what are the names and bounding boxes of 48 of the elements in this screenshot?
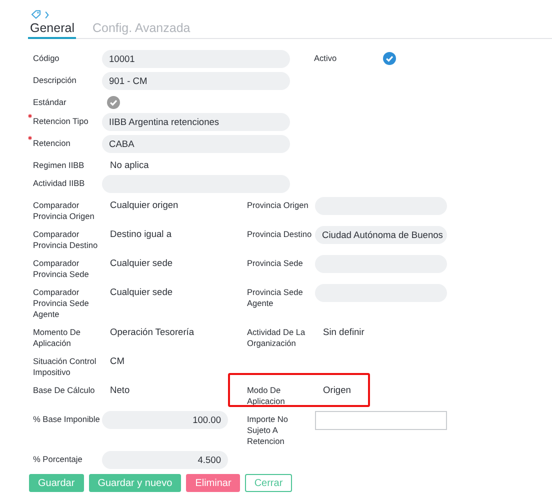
input-field[interactable]: 4.500 [102,451,228,469]
field-value: Destino igual a [109,228,173,240]
tab[interactable]: General [28,21,76,39]
input-field[interactable]: 901 - CM [102,72,290,90]
field-label: Provincia Origen [246,199,310,211]
field-label: Retencion Tipo [28,113,102,127]
field-label: Importe No Sujeto A Retencion [246,413,290,447]
field-value: Sin definir [322,326,366,338]
field-label: Regimen IIBB [32,159,86,171]
field-label: Base De Cálculo [32,384,96,396]
field-label: Código [32,52,60,64]
tag-icon[interactable] [31,10,41,19]
field-value: Cualquier sede [109,257,174,269]
field-label: Descripción [32,74,78,86]
input-field[interactable]: 10001 [102,50,290,68]
required-icon [28,136,32,140]
field-value: No aplica [109,159,150,171]
field-label: Comparador Provincia Sede [32,257,90,280]
field-value: Cualquier sede [109,286,174,298]
field-label: Provincia Sede Agente [246,286,304,309]
field-label: Actividad De La Organización [246,326,306,349]
chevron-icon[interactable] [45,10,49,18]
input-field[interactable]: Ciudad Autónoma de Buenos [315,226,447,244]
field-label: Situación Control Impositivo [32,355,98,378]
field-label: % Base Imponible [32,413,101,425]
input-field[interactable] [315,411,447,430]
field-label: Comparador Provincia Destino [32,228,99,251]
field-value: Operación Tesorería [109,326,196,338]
field-label: Estándar [32,96,68,108]
field-label: Provincia Destino [246,228,313,240]
input-field[interactable]: IIBB Argentina retenciones [102,113,290,131]
field-label: Comparador Provincia Sede Agente [32,286,90,320]
input-field[interactable]: CABA [102,135,290,153]
field-label: Modo De Aplicacion [242,382,315,407]
field-label: Activo [313,52,338,64]
input-field[interactable]: 100.00 [102,411,228,429]
field-label: Retencion [28,135,102,149]
field-value: Origen [322,384,352,396]
field-label: Momento De Aplicación [32,326,82,349]
field-label: % Porcentaje [32,453,84,465]
required-icon [28,114,32,118]
checkbox-checked-icon[interactable] [383,52,396,65]
field-value: Neto [109,384,131,396]
field-value: Cualquier origen [109,199,180,211]
field-value: CM [109,355,126,367]
field-label: Provincia Sede [246,257,304,269]
field-label: Comparador Provincia Origen [32,199,96,222]
field-label: Actividad IIBB [32,177,86,189]
